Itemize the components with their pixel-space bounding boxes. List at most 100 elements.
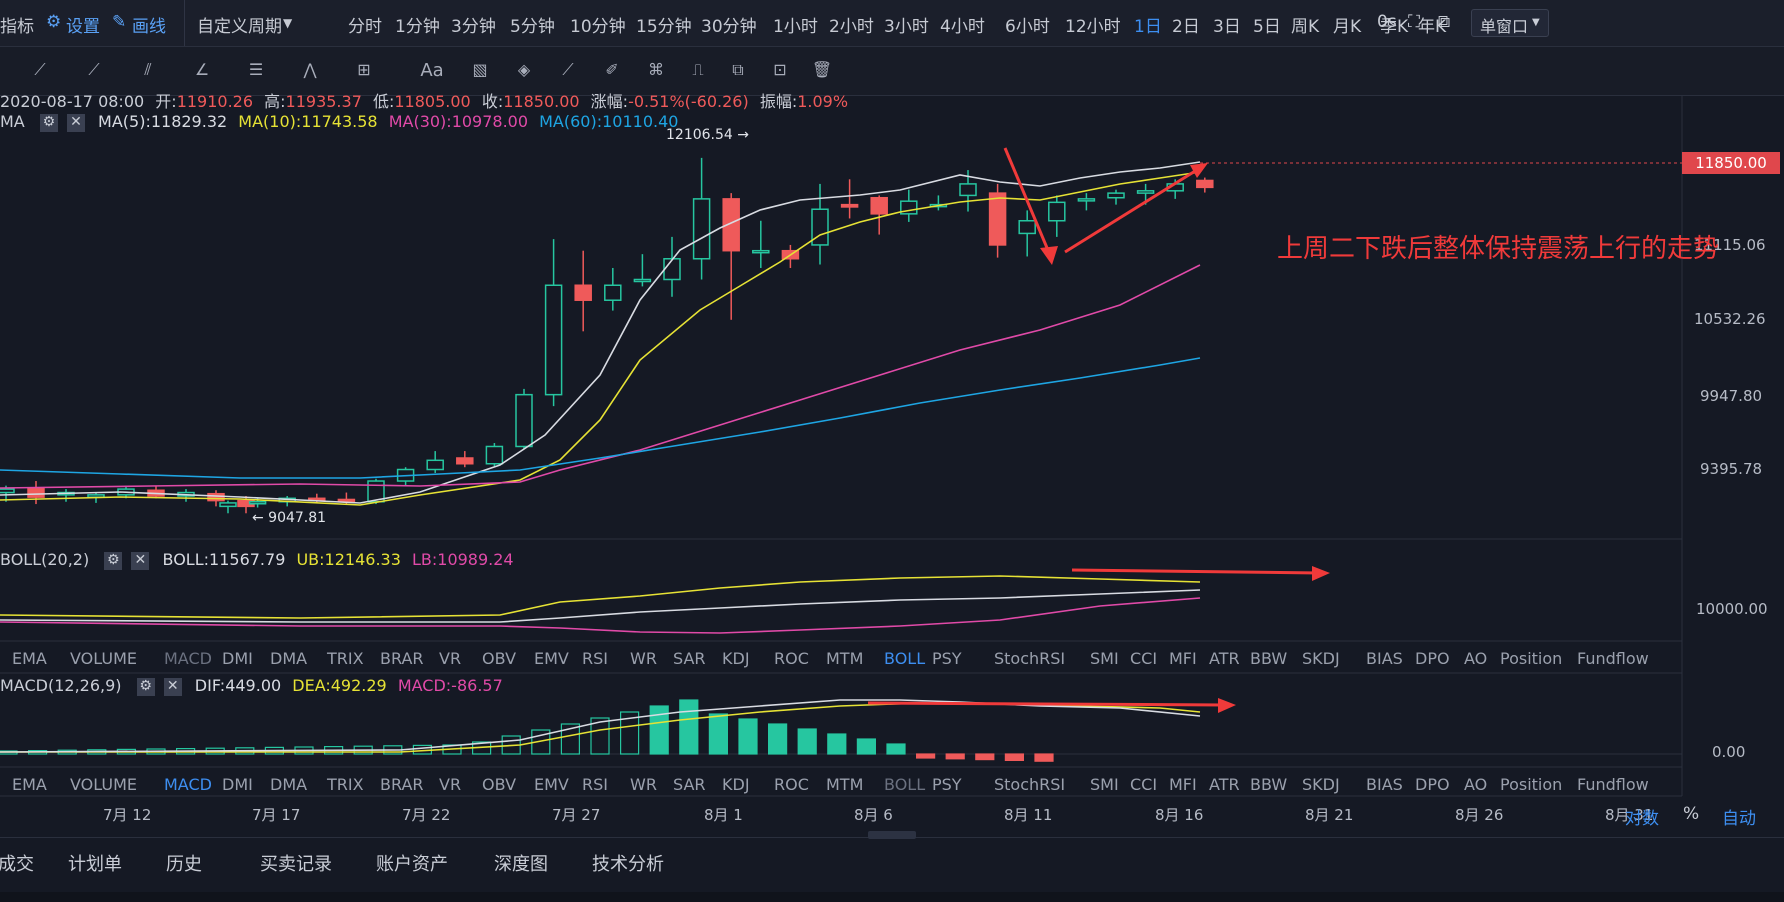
chart-annotation: 上周二下跌后整体保持震荡上行的走势 [1277, 234, 1720, 264]
bottom-tab-6[interactable]: 技术分析 [592, 850, 664, 876]
indicator-tab-macd[interactable]: MACD [164, 775, 212, 794]
indicator-tab-bbw[interactable]: BBW [1250, 775, 1287, 794]
indicator-tab-smi[interactable]: SMI [1090, 649, 1119, 668]
indicator-tab-stochrsi[interactable]: StochRSI [994, 775, 1065, 794]
close-icon[interactable]: ✕ [163, 677, 182, 696]
indicator-tab-bias[interactable]: BIAS [1366, 649, 1403, 668]
indicator-tab-atr[interactable]: ATR [1209, 649, 1240, 668]
log-scale-toggle[interactable]: 对数 [1625, 804, 1659, 829]
indicator-tab-mtm[interactable]: MTM [826, 775, 863, 794]
indicator-tab-position[interactable]: Position [1500, 775, 1562, 794]
resize-handle[interactable] [868, 831, 916, 839]
indicator-tab-bias[interactable]: BIAS [1366, 775, 1403, 794]
indicator-tab-kdj[interactable]: KDJ [722, 649, 750, 668]
indicator-tab-vr[interactable]: VR [439, 775, 461, 794]
annotation-arrow-right [1071, 568, 1321, 575]
indicator-tab-dpo[interactable]: DPO [1415, 775, 1450, 794]
macd-bar [975, 753, 995, 761]
indicator-tab-roc[interactable]: ROC [774, 649, 809, 668]
bottom-tab-2[interactable]: 历史 [166, 850, 202, 876]
indicator-tab-mtm[interactable]: MTM [826, 649, 863, 668]
change-label: 涨幅: [590, 92, 629, 111]
macd-axis-tick: 0.00 [1712, 743, 1746, 761]
candle-body [0, 488, 15, 494]
indicator-tab-volume[interactable]: VOLUME [70, 775, 137, 794]
gear-icon[interactable]: ⚙ [104, 551, 123, 570]
indicator-tab-position[interactable]: Position [1500, 649, 1562, 668]
indicator-tab-sar[interactable]: SAR [673, 775, 706, 794]
indicator-tab-brar[interactable]: BRAR [380, 775, 424, 794]
indicator-tab-sar[interactable]: SAR [673, 649, 706, 668]
indicator-tab-rsi[interactable]: RSI [582, 775, 608, 794]
indicator-tab-obv[interactable]: OBV [482, 649, 516, 668]
close-icon[interactable]: ✕ [131, 551, 150, 570]
macd-bar [1004, 753, 1025, 762]
indicator-tab-volume[interactable]: VOLUME [70, 649, 137, 668]
candle-body [27, 487, 45, 498]
indicator-tab-ao[interactable]: AO [1464, 775, 1487, 794]
indicator-tab-stochrsi[interactable]: StochRSI [994, 649, 1065, 668]
bottom-tab-3[interactable]: 买卖记录 [260, 850, 332, 876]
indicator-tab-dma[interactable]: DMA [270, 649, 307, 668]
auto-scale-toggle[interactable]: 自动 [1722, 804, 1756, 829]
indicator-tab-dpo[interactable]: DPO [1415, 649, 1450, 668]
date-tick: 7月 17 [252, 806, 301, 824]
macd-bar [827, 733, 847, 755]
candle-body [633, 278, 652, 283]
indicator-tab-skdj[interactable]: SKDJ [1302, 775, 1340, 794]
indicator-tab-mfi[interactable]: MFI [1169, 775, 1197, 794]
candle-body [207, 492, 225, 502]
gear-icon[interactable]: ⚙ [136, 677, 155, 696]
indicator-tab-fundflow[interactable]: Fundflow [1577, 775, 1649, 794]
indicator-tab-wr[interactable]: WR [630, 649, 657, 668]
indicator-tab-boll[interactable]: BOLL [884, 775, 925, 794]
indicator-tab-kdj[interactable]: KDJ [722, 775, 750, 794]
percent-scale-toggle[interactable]: % [1683, 804, 1699, 824]
indicator-tab-boll[interactable]: BOLL [884, 649, 925, 668]
indicator-tab-vr[interactable]: VR [439, 649, 461, 668]
indicator-tab-trix[interactable]: TRIX [327, 775, 364, 794]
indicator-tab-skdj[interactable]: SKDJ [1302, 649, 1340, 668]
indicator-tab-atr[interactable]: ATR [1209, 775, 1240, 794]
indicator-tab-ema[interactable]: EMA [12, 775, 47, 794]
indicator-tab-fundflow[interactable]: Fundflow [1577, 649, 1649, 668]
annotation-arrow-right [867, 701, 1226, 707]
open-value: 11910.26 [176, 92, 254, 111]
indicator-tab-obv[interactable]: OBV [482, 775, 516, 794]
macd-value: MACD:-86.57 [397, 676, 503, 695]
indicator-tab-rsi[interactable]: RSI [582, 649, 608, 668]
indicator-tab-psy[interactable]: PSY [932, 775, 962, 794]
annotation-arrow-up [1064, 166, 1201, 254]
bottom-tab-1[interactable]: 计划单 [68, 850, 122, 876]
bottom-tab-0[interactable]: 成交 [0, 850, 34, 876]
indicator-tab-wr[interactable]: WR [630, 775, 657, 794]
ma5-value: MA(5):11829.32 [98, 112, 228, 131]
indicator-tab-dmi[interactable]: DMI [222, 775, 253, 794]
indicator-tab-trix[interactable]: TRIX [327, 649, 364, 668]
indicator-tab-emv[interactable]: EMV [534, 649, 569, 668]
indicator-tab-cci[interactable]: CCI [1130, 775, 1157, 794]
price-chart[interactable] [0, 0, 1784, 902]
bottom-tab-5[interactable]: 深度图 [494, 850, 548, 876]
indicator-tab-dmi[interactable]: DMI [222, 649, 253, 668]
candle-body [248, 501, 267, 505]
indicator-tab-smi[interactable]: SMI [1090, 775, 1119, 794]
indicator-tab-cci[interactable]: CCI [1130, 649, 1157, 668]
indicator-tab-psy[interactable]: PSY [932, 649, 962, 668]
indicator-tab-mfi[interactable]: MFI [1169, 649, 1197, 668]
candle-body [456, 457, 474, 465]
close-icon[interactable]: ✕ [66, 113, 85, 132]
candle-body [870, 196, 888, 215]
indicator-tab-emv[interactable]: EMV [534, 775, 569, 794]
indicator-tab-brar[interactable]: BRAR [380, 649, 424, 668]
current-price-tag: 11850.00 [1682, 152, 1780, 174]
gear-icon[interactable]: ⚙ [39, 113, 58, 132]
indicator-tab-bbw[interactable]: BBW [1250, 649, 1287, 668]
indicator-tab-macd[interactable]: MACD [164, 649, 212, 668]
candle-body [426, 459, 444, 471]
indicator-tab-roc[interactable]: ROC [774, 775, 809, 794]
indicator-tab-ema[interactable]: EMA [12, 649, 47, 668]
indicator-tab-dma[interactable]: DMA [270, 775, 307, 794]
bottom-tab-4[interactable]: 账户资产 [376, 850, 448, 876]
indicator-tab-ao[interactable]: AO [1464, 649, 1487, 668]
